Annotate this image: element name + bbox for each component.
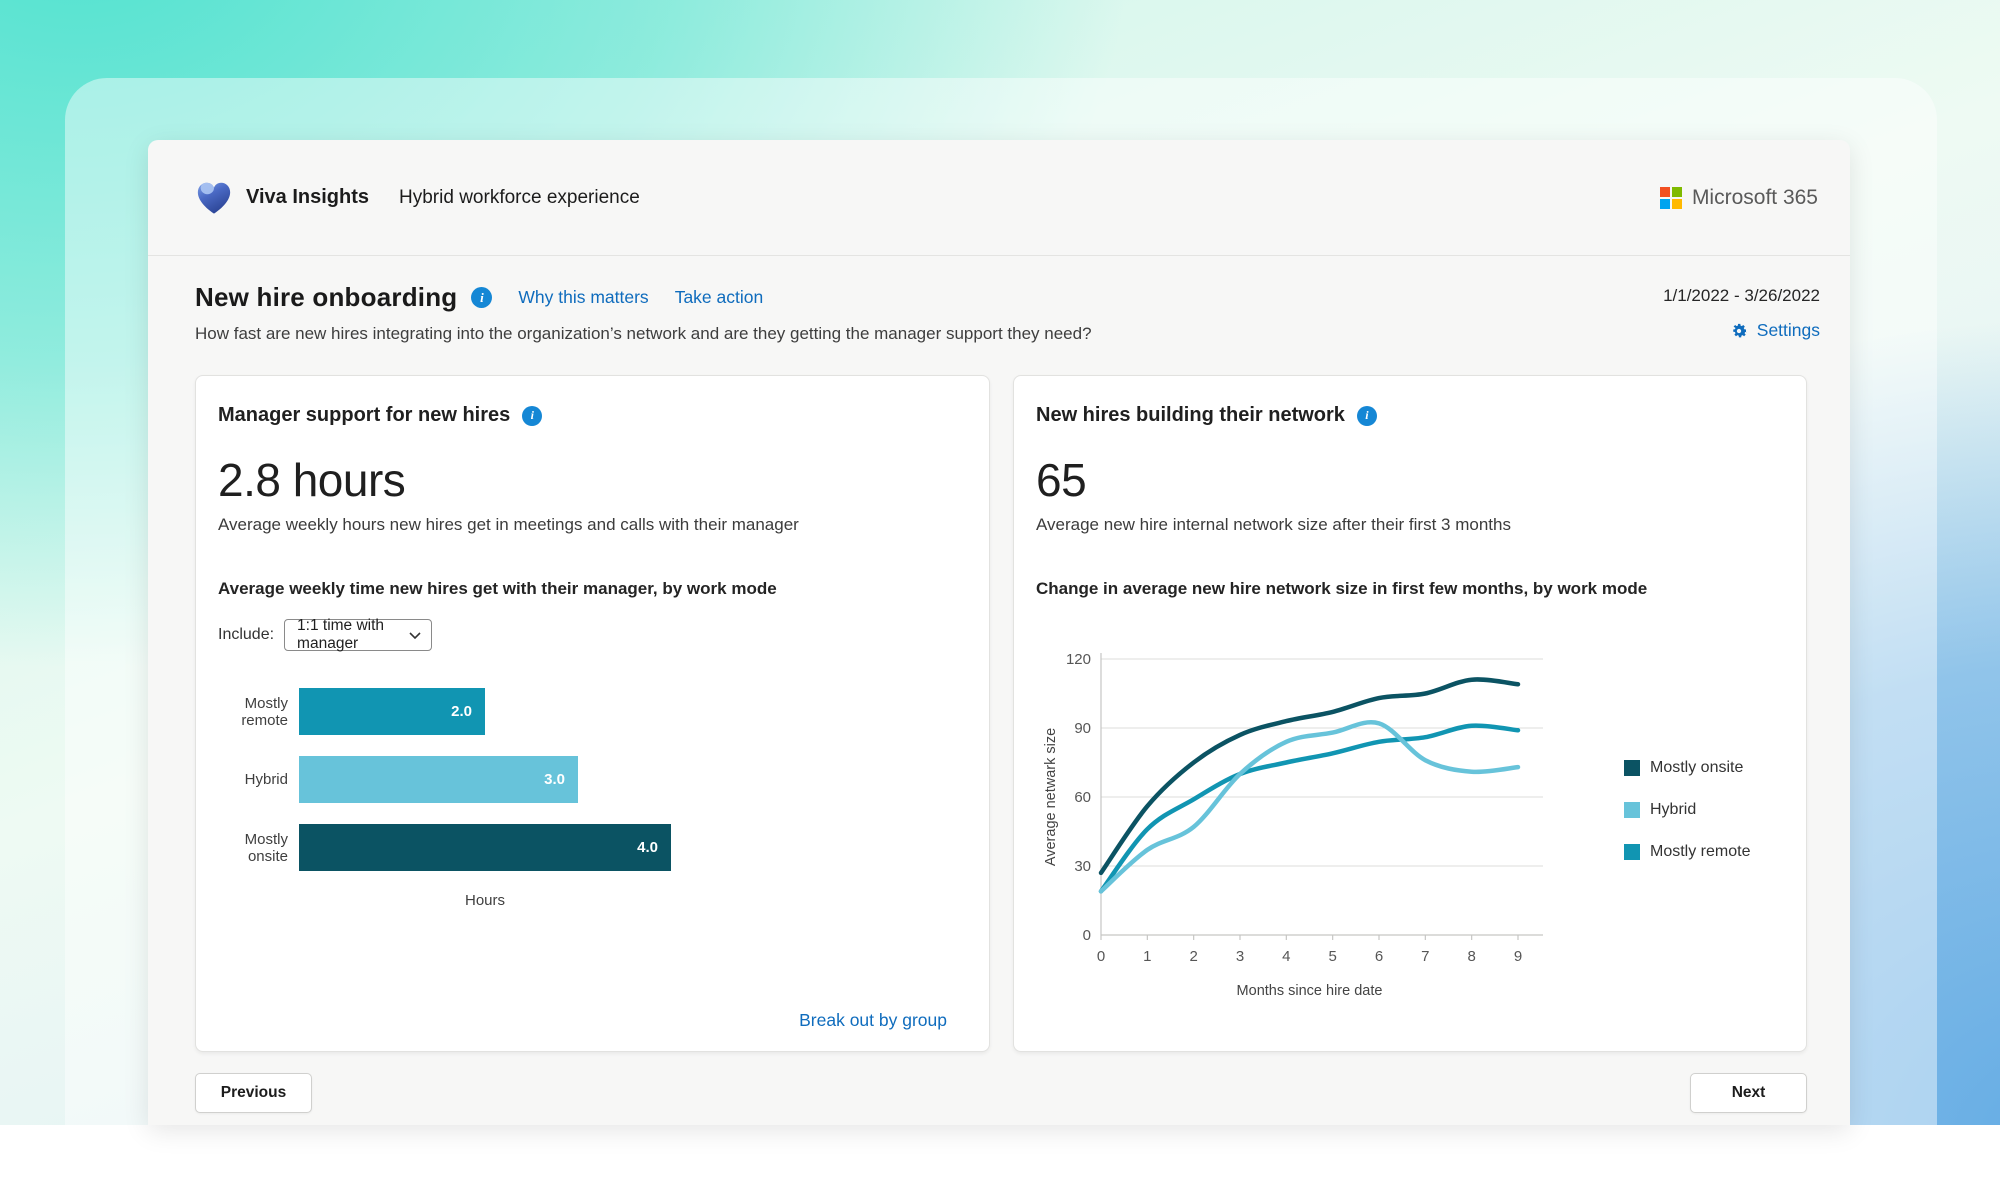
y-tick-label: 30 [1074,858,1091,875]
y-tick-label: 0 [1083,927,1091,944]
microsoft-logo-icon [1659,186,1682,209]
x-tick-label: 2 [1189,948,1197,965]
product-name: Hybrid workforce experience [399,186,640,208]
app-window: Viva Insights Hybrid workforce experienc… [148,140,1850,1125]
bar-category-label: Mostly onsite [244,830,288,865]
x-tick-label: 8 [1467,948,1475,965]
include-dropdown[interactable]: 1:1 time with manager [284,617,433,652]
kpi-description: Average new hire internal network size a… [1036,515,1511,534]
bar-row: Mostly onsite 4.0 [218,824,965,871]
ms-square-yellow [1671,198,1682,209]
x-tick-label: 7 [1421,948,1429,965]
bar: 2.0 [299,688,485,735]
y-tick-label: 90 [1074,720,1091,737]
info-icon[interactable]: i [522,405,543,426]
dropdown-value: 1:1 time with manager [297,617,385,652]
x-tick-label: 1 [1143,948,1151,965]
bar-value-label: 2.0 [451,703,472,720]
break-out-by-group-link[interactable]: Break out by group [799,1010,947,1031]
ms-square-green [1671,186,1682,197]
ms-square-blue [1659,198,1670,209]
manager-support-card: Manager support for new hires i 2.8 hour… [195,375,990,1052]
why-this-matters-link[interactable]: Why this matters [518,287,648,308]
viva-insights-logo [195,179,233,217]
brand: Viva Insights Hybrid workforce experienc… [195,179,640,217]
page-head-right: 1/1/2022 - 3/26/2022 Settings [1663,282,1820,344]
line-chart-plot: 0 30 60 90 120 0 1 2 3 4 5 6 7 8 9 Months since hire da… [1043,651,1543,999]
bar-row: Mostly remote 2.0 [218,688,965,735]
legend-swatch [1624,802,1640,818]
line-chart-title: Change in average new hire network size … [1036,579,1648,598]
bar-track: 2.0 [299,688,671,735]
legend-item: Mostly onsite [1624,759,1750,777]
page-title: New hire onboarding [195,282,458,312]
settings-control[interactable]: Settings [1663,320,1820,341]
kpi-value: 65 [1036,454,1087,506]
info-icon[interactable]: i [1356,405,1377,426]
settings-link[interactable]: Settings [1757,320,1820,341]
microsoft-365-logo: Microsoft 365 [1659,185,1818,210]
page-head: New hire onboarding i Why this matters T… [148,256,1850,344]
bar: 3.0 [299,756,578,803]
previous-button[interactable]: Previous [195,1073,312,1113]
bar-axis-label: Hours [464,892,505,909]
date-range: 1/1/2022 - 3/26/2022 [1663,286,1820,305]
legend-label: Hybrid [1650,801,1697,818]
y-tick-label: 120 [1066,651,1091,668]
legend-swatch [1624,760,1640,776]
ms-label: Microsoft 365 [1691,185,1818,209]
x-tick-label: 9 [1514,948,1522,965]
gear-icon [1729,321,1749,341]
kpi-description: Average weekly hours new hires get in me… [218,515,799,534]
include-label: Include: [218,626,275,643]
bar-value-label: 4.0 [637,839,658,856]
page-subtitle: How fast are new hires integrating into … [195,324,1092,343]
card-title: New hires building their network [1036,404,1345,426]
desktop-background: Viva Insights Hybrid workforce experienc… [0,0,2000,1188]
y-tick-label: 60 [1074,789,1091,806]
bar-chart: Mostly remote 2.0 Hybrid 3.0 Mostly onsite 4.… [218,688,965,909]
legend-swatch [1624,844,1640,860]
bar-chart-title: Average weekly time new hires get with t… [218,579,777,598]
info-icon[interactable]: i [471,287,493,308]
x-axis-title: Months since hire date [1237,983,1383,999]
glass-panel: Viva Insights Hybrid workforce experienc… [65,78,1937,1188]
take-action-link[interactable]: Take action [675,287,764,308]
network-card: New hires building their network i 65 Av… [1013,375,1807,1052]
legend-label: Mostly onsite [1650,759,1744,776]
legend-label: Mostly remote [1650,843,1751,860]
bar-value-label: 3.0 [544,771,565,788]
x-tick-label: 5 [1328,948,1336,965]
page-head-left: New hire onboarding i Why this matters T… [195,282,1092,344]
brand-name: Viva Insights [246,186,370,208]
kpi-value: 2.8 hours [218,454,406,506]
legend-item: Mostly remote [1624,843,1750,861]
bar-track: 4.0 [299,824,671,871]
bar-track: 3.0 [299,756,671,803]
line-chart: 0 30 60 90 120 0 1 2 3 4 5 6 7 8 9 Months since hire da… [1041,641,1750,1021]
next-button[interactable]: Next [1690,1073,1807,1113]
legend-item: Hybrid [1624,801,1750,819]
y-axis-title: Average netwark size [1043,728,1059,866]
x-tick-label: 6 [1375,948,1383,965]
bar-row: Hybrid 3.0 [218,756,965,803]
bar-category-label: Mostly remote [241,694,288,729]
x-tick-label: 0 [1097,948,1105,965]
bar-category-label: Hybrid [244,771,288,788]
app-header: Viva Insights Hybrid workforce experienc… [148,140,1850,256]
card-title: Manager support for new hires [218,404,511,426]
chevron-down-icon [409,631,421,639]
chart-legend: Mostly onsite Hybrid Mostly remote [1624,759,1750,1021]
bar: 4.0 [299,824,671,871]
x-tick-label: 3 [1236,948,1244,965]
x-tick-label: 4 [1282,948,1290,965]
ms-square-red [1659,186,1670,197]
